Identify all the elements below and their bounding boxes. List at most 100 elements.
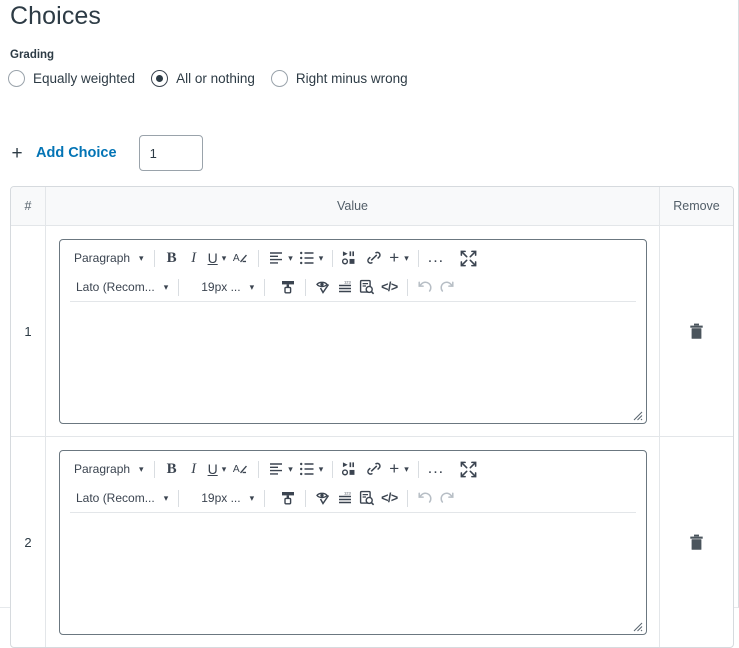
undo-button-2[interactable]	[414, 486, 436, 510]
block-format-select-1[interactable]: Paragraph ▾	[68, 246, 148, 270]
trash-icon	[690, 323, 703, 339]
undo-icon	[418, 492, 432, 503]
text-color-button-1[interactable]: A	[229, 246, 252, 270]
fullscreen-button-1[interactable]	[457, 246, 480, 270]
list-button-1[interactable]: ▾	[296, 246, 327, 270]
word-count-button-2[interactable]: 123	[334, 486, 356, 510]
font-size-select-2[interactable]: 19px ... ▾	[195, 486, 258, 510]
table-row: 1 Paragraph ▾ B I U ▾ A ▾ ▾ + ▾ ... Lato…	[11, 226, 733, 437]
resize-handle-1[interactable]	[630, 408, 643, 421]
underline-button-1[interactable]: U ▾	[205, 246, 230, 270]
find-and-replace-icon	[360, 279, 375, 295]
format-painter-button-1[interactable]	[277, 275, 299, 299]
html-code-button-1[interactable]: </>	[378, 275, 401, 299]
row-value-cell-1: Paragraph ▾ B I U ▾ A ▾ ▾ + ▾ ... Lato (…	[46, 226, 660, 436]
accessibility-checker-icon	[316, 492, 330, 505]
word-count-button-1[interactable]: 123	[334, 275, 356, 299]
radio-all-or-nothing[interactable]: All or nothing	[151, 70, 255, 87]
toolbar-divider	[264, 278, 266, 296]
align-left-icon	[270, 463, 283, 475]
underline-glyph: U	[207, 461, 218, 477]
chevron-down-icon: ▾	[221, 463, 227, 474]
radio-label-all-or-nothing: All or nothing	[176, 71, 255, 86]
redo-button-2[interactable]	[436, 486, 458, 510]
align-button-1[interactable]: ▾	[265, 246, 296, 270]
remove-choice-button-1[interactable]	[685, 319, 708, 344]
toolbar-divider	[305, 278, 307, 296]
list-button-2[interactable]: ▾	[296, 457, 327, 481]
underline-button-2[interactable]: U ▾	[205, 457, 230, 481]
chevron-down-icon: ▾	[139, 252, 144, 263]
undo-button-1[interactable]	[414, 275, 436, 299]
font-family-select-2[interactable]: Lato (Recom... ▾	[70, 486, 172, 510]
chevron-down-icon: ▾	[221, 252, 227, 263]
toolbar-divider	[406, 278, 408, 296]
text-color-button-2[interactable]: A	[229, 457, 252, 481]
radio-circle-right-minus-wrong[interactable]	[270, 70, 288, 87]
link-button-1[interactable]	[362, 246, 386, 270]
format-painter-icon	[282, 492, 295, 505]
add-choice-count-input[interactable]	[138, 135, 203, 171]
bulleted-list-icon	[299, 251, 314, 265]
block-format-select-2[interactable]: Paragraph ▾	[68, 457, 148, 481]
bold-button-1[interactable]: B	[161, 246, 183, 270]
bold-button-2[interactable]: B	[161, 457, 183, 481]
link-button-2[interactable]	[362, 457, 386, 481]
font-family-select-1[interactable]: Lato (Recom... ▾	[70, 275, 172, 299]
accessibility-checker-button-2[interactable]	[312, 486, 334, 510]
radio-right-minus-wrong[interactable]: Right minus wrong	[270, 70, 408, 87]
grading-radio-group: Equally weighted All or nothing Right mi…	[8, 70, 424, 87]
find-and-replace-button-1[interactable]	[356, 275, 378, 299]
redo-icon	[440, 281, 454, 292]
insert-button-2[interactable]: + ▾	[386, 457, 411, 481]
more-options-button-1[interactable]: ...	[425, 246, 447, 270]
fullscreen-icon	[460, 250, 477, 266]
font-family-label: Lato (Recom...	[76, 491, 155, 505]
accessibility-checker-button-1[interactable]	[312, 275, 334, 299]
find-and-replace-button-2[interactable]	[356, 486, 378, 510]
insert-button-1[interactable]: + ▾	[386, 246, 411, 270]
radio-equally-weighted[interactable]: Equally weighted	[8, 70, 135, 87]
toolbar-divider	[332, 249, 334, 267]
chevron-down-icon: ▾	[249, 492, 255, 503]
chevron-down-icon: ▾	[249, 281, 255, 292]
row-value-cell-2: Paragraph ▾ B I U ▾ A ▾ ▾ + ▾ ... Lato (…	[46, 437, 660, 647]
block-format-label: Paragraph	[74, 462, 131, 476]
font-size-label: 19px ...	[201, 280, 241, 294]
choices-table: # Value Remove 1 Paragraph ▾ B I U ▾ A ▾…	[10, 186, 734, 648]
radio-circle-equally-weighted[interactable]	[8, 70, 25, 87]
italic-button-2[interactable]: I	[183, 457, 205, 481]
remove-choice-button-2[interactable]	[685, 530, 708, 555]
column-header-number: #	[11, 187, 46, 225]
resize-handle-2[interactable]	[630, 619, 643, 632]
accessibility-checker-icon	[316, 281, 330, 294]
format-painter-button-2[interactable]	[277, 486, 299, 510]
media-icon	[342, 462, 355, 476]
toolbar-divider	[305, 489, 307, 507]
rich-text-editor-1[interactable]: Paragraph ▾ B I U ▾ A ▾ ▾ + ▾ ... Lato (…	[59, 239, 647, 424]
media-button-1[interactable]	[339, 246, 362, 270]
italic-button-1[interactable]: I	[183, 246, 205, 270]
media-button-2[interactable]	[339, 457, 362, 481]
chevron-down-icon: ▾	[404, 463, 409, 474]
text-color-icon: A	[233, 253, 248, 264]
word-count-icon: 123	[339, 280, 352, 293]
font-size-select-1[interactable]: 19px ... ▾	[195, 275, 258, 299]
toolbar-divider	[153, 460, 155, 478]
redo-button-1[interactable]	[436, 275, 458, 299]
editor-content-area-2[interactable]	[60, 513, 646, 634]
svg-text:A: A	[233, 253, 240, 264]
fullscreen-button-2[interactable]	[457, 457, 480, 481]
radio-label-right-minus-wrong: Right minus wrong	[295, 71, 408, 86]
chevron-down-icon: ▾	[163, 281, 169, 292]
rich-text-editor-2[interactable]: Paragraph ▾ B I U ▾ A ▾ ▾ + ▾ ... Lato (…	[59, 450, 647, 635]
align-button-2[interactable]: ▾	[265, 457, 296, 481]
radio-circle-all-or-nothing[interactable]	[151, 70, 169, 87]
toolbar-divider	[417, 249, 419, 267]
add-choice-button[interactable]: Add Choice	[36, 145, 117, 161]
more-options-button-2[interactable]: ...	[425, 457, 447, 481]
editor-toolbar-row-1: Paragraph ▾ B I U ▾ A ▾ ▾ + ▾ ...	[62, 455, 644, 483]
html-code-button-2[interactable]: </>	[378, 486, 401, 510]
bulleted-list-icon	[299, 462, 314, 476]
editor-content-area-1[interactable]	[60, 302, 646, 423]
